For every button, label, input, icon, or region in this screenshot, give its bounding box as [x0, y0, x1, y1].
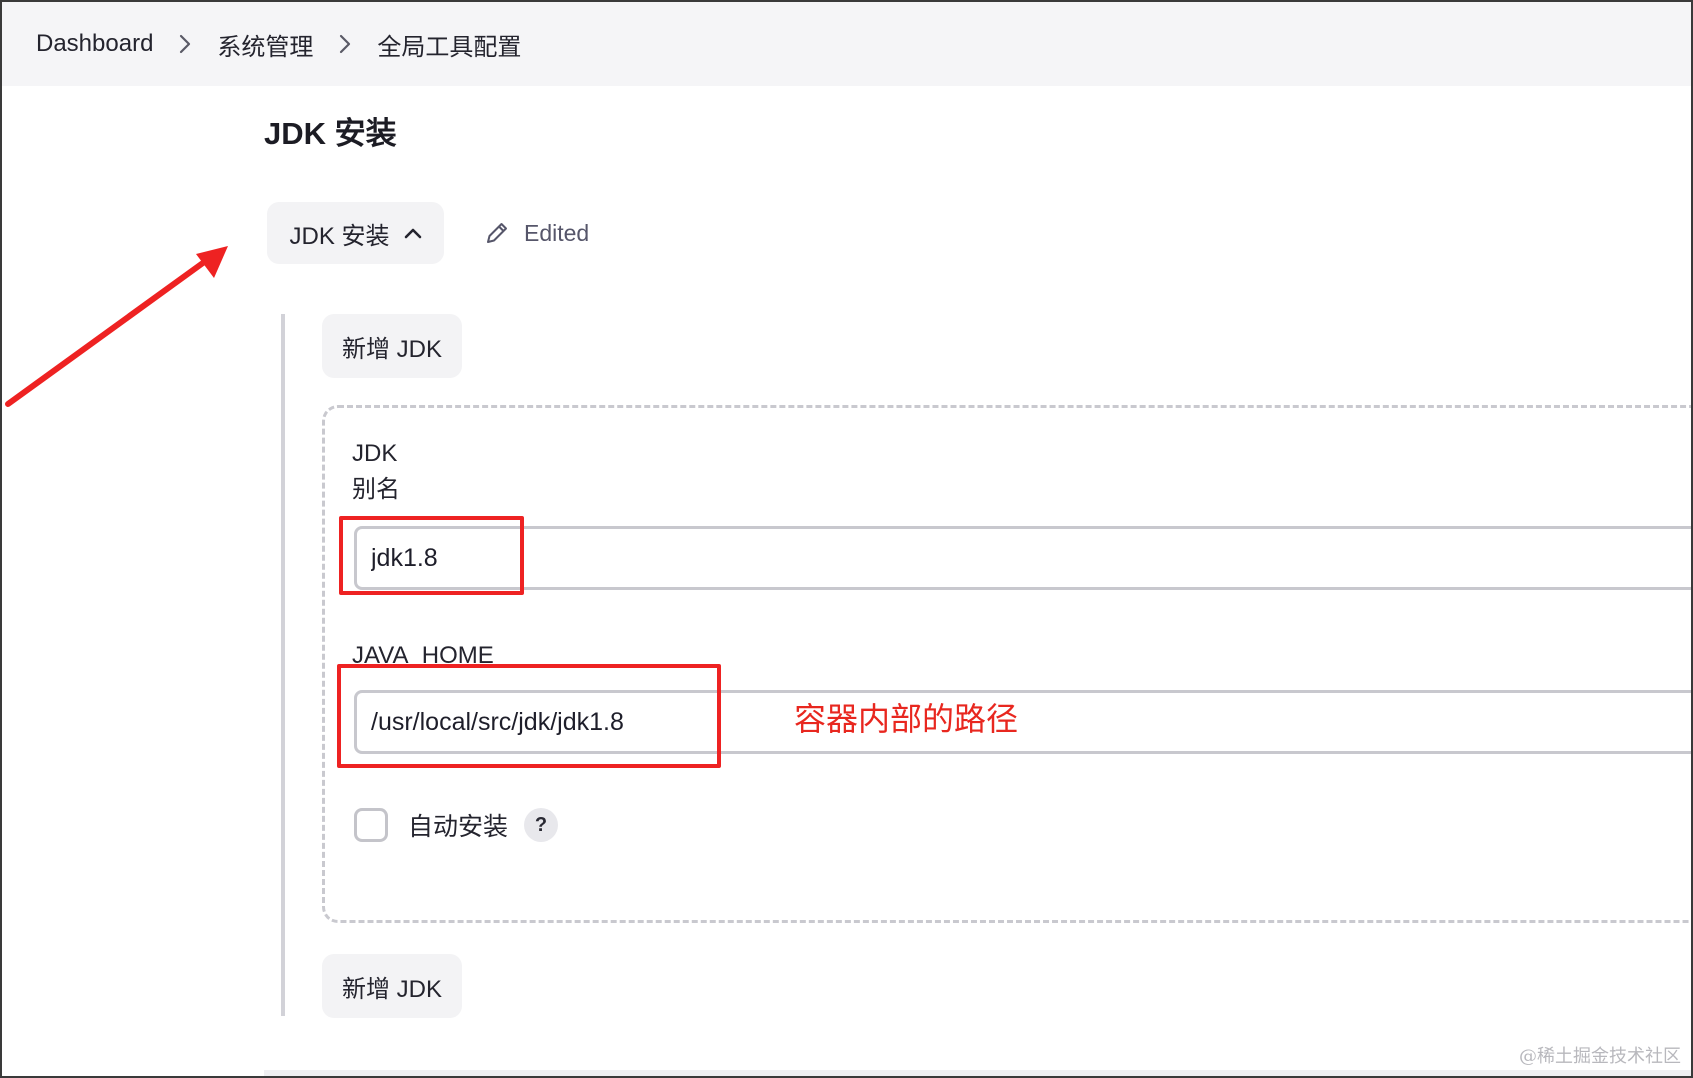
edited-label: Edited — [524, 219, 590, 246]
auto-install-label[interactable]: 自动安装 — [408, 807, 508, 843]
java-home-input[interactable] — [354, 690, 1691, 754]
app-frame: Dashboard 系统管理 全局工具配置 JDK 安装 JDK 安装 Edit… — [0, 0, 1693, 1078]
auto-install-checkbox[interactable] — [354, 808, 388, 842]
breadcrumb-global-tool-config[interactable]: 全局工具配置 — [377, 27, 521, 62]
repeatable-block-rule — [281, 314, 285, 1016]
jdk-install-toggle-button[interactable]: JDK 安装 — [267, 202, 444, 264]
watermark: @稀土掘金技术社区 — [1519, 1046, 1681, 1067]
breadcrumb-system-management[interactable]: 系统管理 — [217, 27, 313, 62]
red-arrow-annotation — [5, 246, 228, 407]
add-jdk-button-top[interactable]: 新增 JDK — [322, 314, 462, 378]
edited-indicator: Edited — [484, 215, 589, 251]
jdk-alias-input[interactable] — [354, 526, 1691, 590]
chevron-right-icon — [167, 2, 203, 86]
section-title: JDK 安装 — [264, 116, 397, 151]
pencil-icon — [487, 223, 507, 243]
auto-install-row: 自动安装 ? — [354, 805, 559, 845]
jdk-label: JDK — [352, 440, 398, 467]
add-jdk-button-bottom[interactable]: 新增 JDK — [322, 954, 462, 1018]
breadcrumb: Dashboard 系统管理 全局工具配置 — [36, 2, 521, 86]
chevron-right-icon — [327, 2, 363, 86]
help-icon[interactable]: ? — [524, 808, 559, 842]
java-home-label: JAVA_HOME — [352, 642, 494, 669]
chevron-up-icon — [404, 228, 421, 239]
jdk-item-container — [322, 405, 1691, 923]
breadcrumb-bar: Dashboard 系统管理 全局工具配置 — [2, 2, 1691, 86]
breadcrumb-dashboard[interactable]: Dashboard — [36, 30, 153, 58]
alias-label: 别名 — [352, 476, 400, 503]
toggle-label: JDK 安装 — [289, 222, 390, 250]
next-section-edge — [264, 1070, 1691, 1076]
annotation-note: 容器内部的路径 — [794, 701, 1019, 737]
